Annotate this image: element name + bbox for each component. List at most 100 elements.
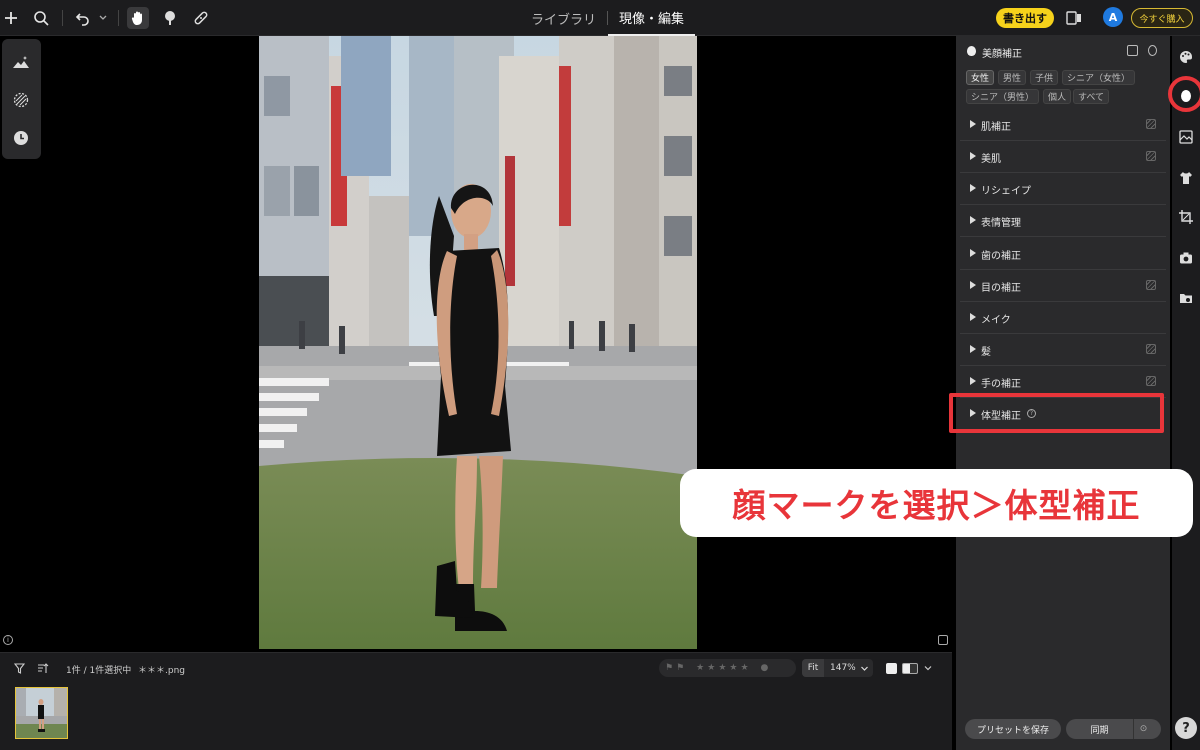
folder-view-icon[interactable] <box>1179 291 1193 305</box>
flag-reject-icon[interactable]: ⚑ <box>676 663 684 673</box>
highlight-body-shape <box>949 393 1164 433</box>
divider <box>118 10 119 26</box>
instruction-callout: 顔マークを選択＞体型補正 <box>680 469 1193 537</box>
expand-triangle-icon <box>970 184 976 192</box>
view-mode-controls <box>886 659 936 677</box>
expand-triangle-icon <box>970 216 976 224</box>
selection-count: 1件 / 1件選択中 <box>66 666 132 676</box>
tab-library[interactable]: ライブラリ <box>520 0 607 36</box>
single-view-icon[interactable] <box>886 662 897 674</box>
bandage-icon[interactable] <box>190 7 212 29</box>
instruction-text: 顔マークを選択＞体型補正 <box>732 486 1141 525</box>
module-rail <box>1172 36 1200 750</box>
view-tabs: ライブラリ 現像・編集 <box>520 0 696 36</box>
chevron-down-icon[interactable] <box>860 664 869 673</box>
sync-button[interactable]: 同期 ⊙ <box>1066 719 1161 739</box>
expand-triangle-icon <box>970 377 976 385</box>
expand-triangle-icon <box>970 281 976 289</box>
reset-toggle-icon[interactable] <box>1148 45 1157 56</box>
chip-senior-female[interactable]: シニア（女性） <box>1062 70 1136 85</box>
crop-icon[interactable] <box>1179 210 1193 224</box>
background-icon[interactable] <box>1179 130 1193 144</box>
filter-icon[interactable] <box>13 662 25 674</box>
file-name: ＊＊＊.png <box>138 666 185 676</box>
edited-indicator-icon <box>1146 344 1156 354</box>
section-label: 美肌 <box>981 154 1001 165</box>
top-toolbar: ライブラリ 現像・編集 書き出す A 今すぐ購入 <box>0 0 1200 36</box>
star-icon[interactable]: ★ <box>718 663 726 673</box>
left-tool-panel <box>2 39 41 159</box>
rating-bar: ⚑ ⚑ ★ ★ ★ ★ ★ ● <box>659 659 796 677</box>
color-label-icon[interactable]: ● <box>761 663 769 673</box>
edited-photo[interactable] <box>259 36 697 649</box>
section-skin[interactable]: 肌補正 <box>960 109 1166 141</box>
info-icon[interactable]: i <box>3 635 13 645</box>
tab-develop[interactable]: 現像・編集 <box>608 0 696 36</box>
avatar[interactable]: A <box>1103 7 1123 27</box>
panel-footer: プリセットを保存 同期 ⊙ <box>965 719 1161 739</box>
edited-indicator-icon <box>1146 280 1156 290</box>
star-icon[interactable]: ★ <box>696 663 704 673</box>
star-icon[interactable]: ★ <box>729 663 737 673</box>
face-brush-icon[interactable] <box>159 7 181 29</box>
section-label: 歯の補正 <box>981 251 1021 262</box>
edited-indicator-icon <box>1146 119 1156 129</box>
palette-icon[interactable] <box>1179 50 1193 64</box>
undo-icon[interactable] <box>72 7 94 29</box>
before-after-compare-icon[interactable] <box>938 635 948 645</box>
section-label: 表情管理 <box>981 218 1021 229</box>
help-button[interactable]: ? <box>1175 717 1197 739</box>
star-icon[interactable]: ★ <box>740 663 748 673</box>
sort-icon[interactable] <box>37 662 49 674</box>
section-label: 肌補正 <box>981 122 1011 133</box>
section-eyes[interactable]: 目の補正 <box>960 270 1166 302</box>
search-icon[interactable] <box>30 7 52 29</box>
hand-tool-icon[interactable] <box>127 7 149 29</box>
sync-settings-icon[interactable]: ⊙ <box>1133 719 1153 739</box>
history-clock-icon[interactable] <box>11 128 31 148</box>
section-label: 髪 <box>981 347 991 358</box>
expand-triangle-icon <box>970 345 976 353</box>
save-preset-button[interactable]: プリセットを保存 <box>965 719 1061 739</box>
chip-all[interactable]: すべて <box>1073 89 1110 104</box>
photo-thumbnail[interactable] <box>15 687 68 739</box>
chip-child[interactable]: 子供 <box>1030 70 1059 85</box>
zoom-level-select[interactable]: 147% <box>824 663 856 673</box>
star-icon[interactable]: ★ <box>707 663 715 673</box>
undo-history-chevron-icon[interactable] <box>92 7 114 29</box>
edited-indicator-icon <box>1146 151 1156 161</box>
plus-icon[interactable] <box>0 7 22 29</box>
zoom-control: Fit 147% <box>802 659 873 677</box>
edited-indicator-icon <box>1146 376 1156 386</box>
sync-label: 同期 <box>1090 725 1109 736</box>
camera-icon[interactable] <box>1179 251 1193 265</box>
expand-triangle-icon <box>970 249 976 257</box>
section-expression[interactable]: 表情管理 <box>960 205 1166 237</box>
chip-male[interactable]: 男性 <box>998 70 1027 85</box>
section-makeup[interactable]: メイク <box>960 302 1166 334</box>
noise-reduction-icon[interactable] <box>11 90 31 110</box>
chip-female[interactable]: 女性 <box>966 70 995 85</box>
face-detect-icon[interactable] <box>1127 45 1138 56</box>
clothing-icon[interactable] <box>1179 171 1193 185</box>
expand-triangle-icon <box>970 120 976 128</box>
chip-individual[interactable]: 個人 <box>1043 89 1072 104</box>
buy-now-button[interactable]: 今すぐ購入 <box>1131 8 1193 28</box>
auto-enhance-icon[interactable] <box>11 52 31 72</box>
section-reshape[interactable]: リシェイプ <box>960 173 1166 205</box>
before-after-view-icon[interactable] <box>902 662 918 674</box>
section-hair[interactable]: 髪 <box>960 334 1166 366</box>
panel-toggle-icon[interactable] <box>1063 7 1085 29</box>
fit-button[interactable]: Fit <box>802 659 824 677</box>
export-button[interactable]: 書き出す <box>996 8 1054 28</box>
section-beauty-skin[interactable]: 美肌 <box>960 141 1166 173</box>
flag-pick-icon[interactable]: ⚑ <box>665 663 673 673</box>
expand-triangle-icon <box>970 152 976 160</box>
chevron-down-icon[interactable] <box>923 663 933 673</box>
highlight-face-icon <box>1168 76 1200 112</box>
chip-senior-male[interactable]: シニア（男性） <box>966 89 1040 104</box>
divider <box>62 10 63 26</box>
section-label: 目の補正 <box>981 283 1021 294</box>
section-label: リシェイプ <box>981 186 1031 197</box>
section-teeth[interactable]: 歯の補正 <box>960 238 1166 270</box>
